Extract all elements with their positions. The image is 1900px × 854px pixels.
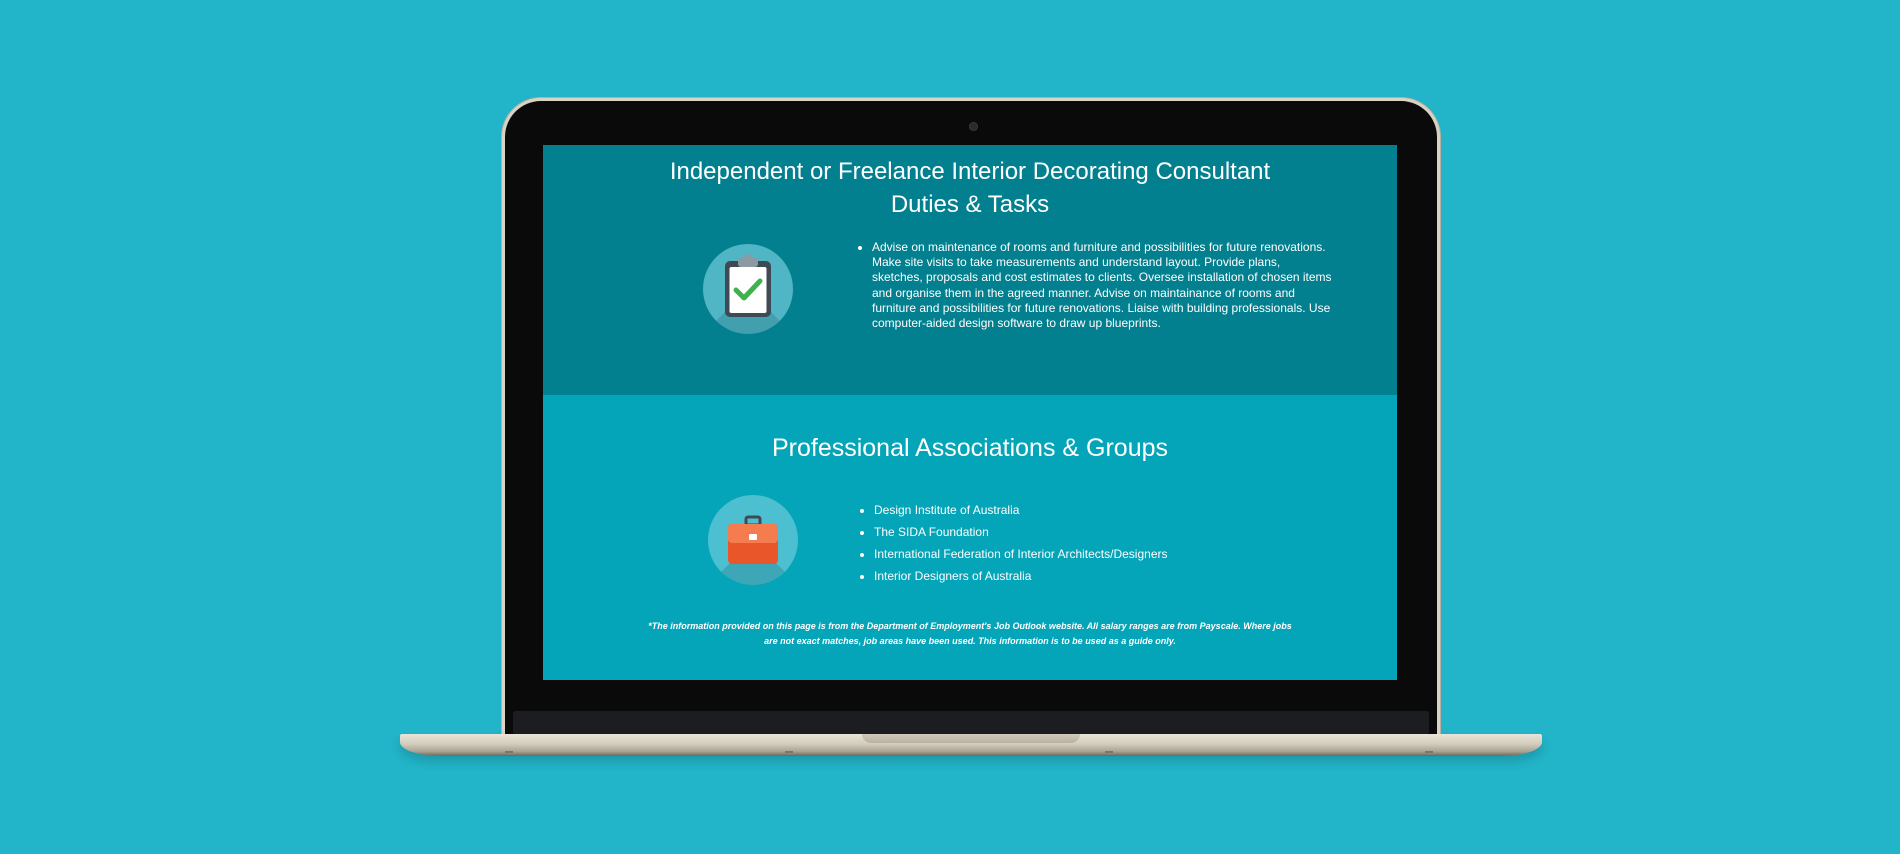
list-item: International Federation of Interior Arc… bbox=[874, 543, 1294, 565]
laptop-notch bbox=[862, 734, 1080, 743]
laptop-base bbox=[400, 734, 1542, 756]
duties-list: Advise on maintenance of rooms and furni… bbox=[858, 240, 1332, 331]
list-item: Interior Designers of Australia bbox=[874, 565, 1294, 587]
laptop-foot bbox=[785, 751, 793, 753]
briefcase-icon bbox=[708, 495, 798, 585]
list-item: Design Institute of Australia bbox=[874, 499, 1294, 521]
clipboard-check-icon bbox=[703, 244, 793, 334]
camera-icon bbox=[970, 123, 977, 130]
laptop-foot bbox=[1105, 751, 1113, 753]
laptop-foot bbox=[505, 751, 513, 753]
laptop-screen[interactable]: Independent or Freelance Interior Decora… bbox=[543, 145, 1397, 680]
duties-subtitle: Duties & Tasks bbox=[890, 191, 1050, 218]
associations-title: Professional Associations & Groups bbox=[771, 434, 1169, 462]
duties-section: Independent or Freelance Interior Decora… bbox=[543, 145, 1397, 395]
associations-list: Design Institute of Australia The SIDA F… bbox=[860, 499, 1294, 587]
duties-title: Independent or Freelance Interior Decora… bbox=[669, 158, 1271, 185]
list-item: Advise on maintenance of rooms and furni… bbox=[872, 240, 1332, 331]
laptop-foot bbox=[1425, 751, 1433, 753]
list-item: The SIDA Foundation bbox=[874, 521, 1294, 543]
disclaimer-text: *The information provided on this page i… bbox=[648, 621, 1292, 646]
laptop-chin bbox=[513, 711, 1429, 735]
